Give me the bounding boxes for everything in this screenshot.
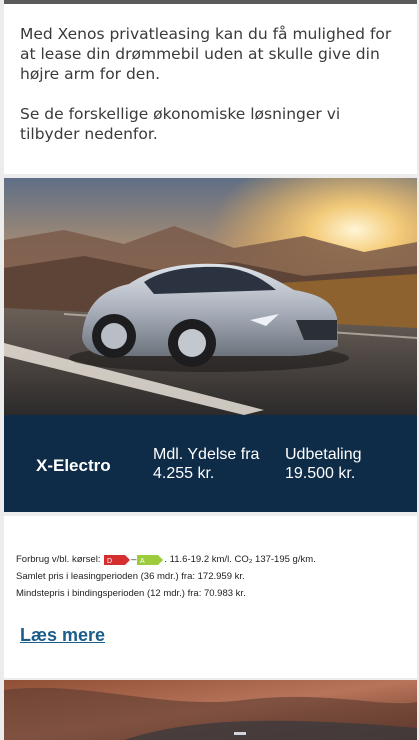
energy-separator: – — [131, 554, 137, 565]
info-card: Forbrug v/bl. kørsel: D – A . 11.6-19.2 … — [4, 516, 417, 678]
monthly-payment-value: 4.255 kr. — [153, 465, 215, 482]
energy-label-left: D — [107, 558, 112, 565]
intro-paragraph-1: Med Xenos privatleasing kan du få muligh… — [20, 25, 392, 83]
min-price-text: Mindstepris i bindingsperioden (12 mdr.)… — [16, 588, 246, 599]
consumption-prefix: Forbrug v/bl. kørsel: — [16, 554, 101, 565]
total-price-text: Samlet pris i leasingperioden (36 mdr.) … — [16, 571, 245, 582]
next-car-photo — [4, 680, 417, 740]
next-product-image[interactable] — [4, 680, 417, 740]
intro-card: Med Xenos privatleasing kan du få muligh… — [4, 4, 417, 174]
downpayment-label: Udbetaling — [285, 446, 362, 463]
car-image[interactable] — [4, 178, 417, 415]
monthly-payment-label: Mdl. Ydelse fra — [153, 446, 260, 463]
downpayment-value: 19.500 kr. — [285, 465, 356, 482]
page: Med Xenos privatleasing kan du få muligh… — [0, 0, 419, 740]
intro-paragraph-2: Se de forskellige økonomiske løsninger v… — [20, 105, 341, 143]
price-banner[interactable]: X-Electro Mdl. Ydelse fra 4.255 kr. Udbe… — [4, 415, 417, 512]
read-more-link[interactable]: Læs mere — [20, 625, 105, 646]
consumption-suffix: . 11.6-19.2 km/l. CO₂ 137-195 g/km. — [164, 554, 316, 565]
product-card[interactable]: X-Electro Mdl. Ydelse fra 4.255 kr. Udbe… — [4, 178, 417, 512]
energy-label-d-icon: D — [104, 554, 131, 566]
intro-text: Med Xenos privatleasing kan du få muligh… — [20, 24, 401, 144]
model-name: X-Electro — [36, 456, 111, 475]
car-photo — [4, 178, 417, 415]
consumption-text: Forbrug v/bl. kørsel: D – A . 11.6-19.2 … — [16, 551, 405, 568]
energy-label-right: A — [140, 558, 145, 565]
energy-label-a-icon: A — [137, 554, 164, 566]
